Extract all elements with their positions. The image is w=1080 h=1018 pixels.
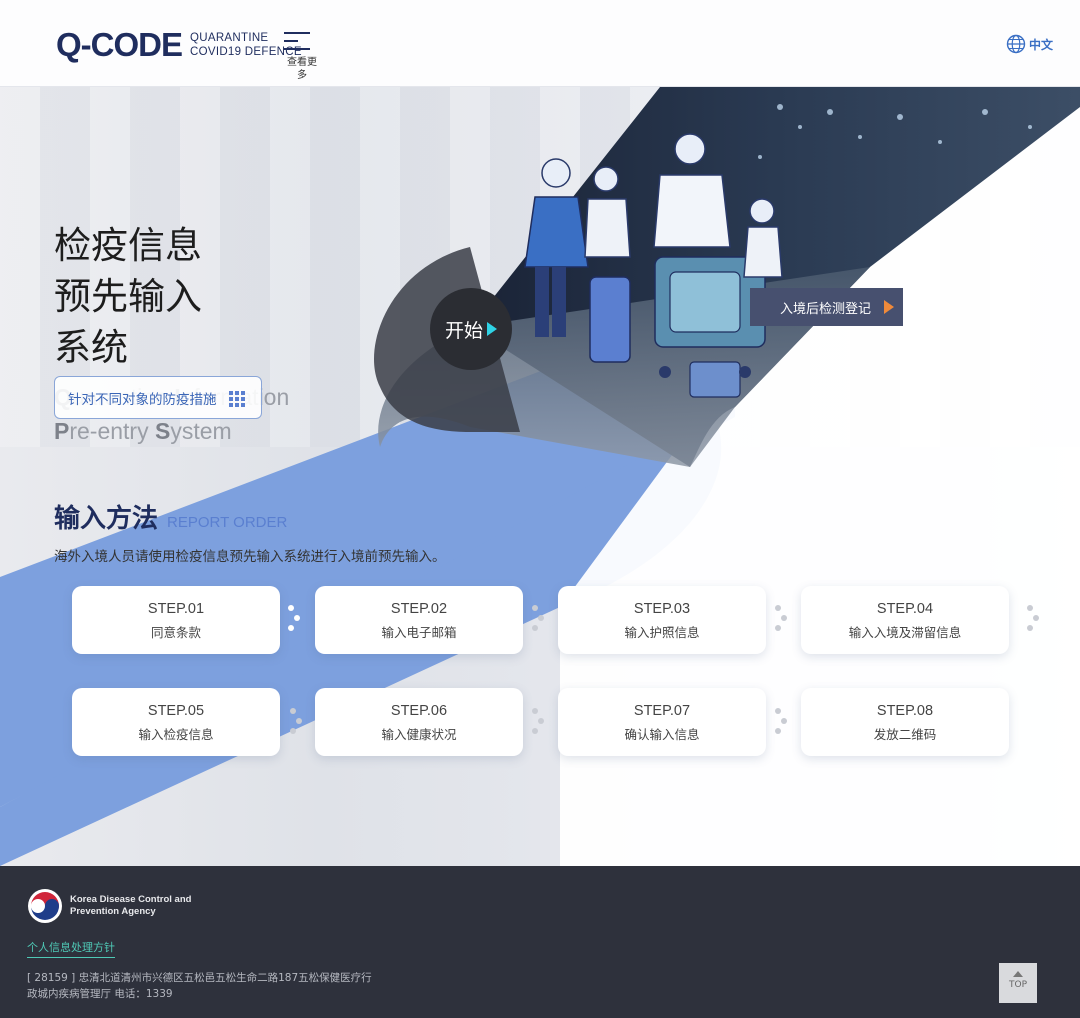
arrow-right-icon — [884, 300, 894, 314]
step-number: STEP.08 — [876, 703, 934, 719]
step-card-7[interactable]: STEP.07 确认输入信息 — [558, 688, 766, 756]
post-entry-test-button[interactable]: 入境后检测登记 — [750, 288, 903, 326]
back-to-top-button[interactable]: TOP — [999, 963, 1037, 1003]
step-card-8[interactable]: STEP.08 发放二维码 — [801, 688, 1009, 756]
kdca-logo[interactable]: Korea Disease Control and Prevention Age… — [27, 888, 191, 924]
site-header: Q-CODE QUARANTINE COVID19 DEFENCE 查看更多 中… — [0, 0, 1080, 87]
address-line-1: [ 28159 ] 忠清北道清州市兴德区五松邑五松生命二路187五松保健医疗行 — [27, 972, 372, 984]
agency-line-2: Prevention Agency — [70, 906, 156, 917]
step-number: STEP.07 — [633, 703, 691, 719]
top-label: TOP — [1008, 980, 1027, 990]
step-connector — [288, 605, 302, 635]
language-label: 中文 — [1028, 37, 1053, 52]
step-card-5[interactable]: STEP.05 输入检疫信息 — [72, 688, 280, 756]
step-number: STEP.06 — [390, 703, 448, 719]
step-number: STEP.02 — [390, 601, 448, 617]
logo-sub-line1: QUARANTINE — [190, 32, 269, 44]
step-label: 输入健康状况 — [381, 727, 457, 742]
title-line-2: 预先输入 — [54, 275, 202, 318]
menu-label: 查看更多 — [287, 57, 317, 81]
steps-title: 输入方法 — [54, 504, 159, 534]
step-number: STEP.03 — [633, 601, 691, 617]
menu-button[interactable]: 查看更多 — [284, 32, 320, 82]
step-label: 输入入境及滞留信息 — [848, 625, 962, 640]
step-connector — [532, 605, 546, 635]
grid-icon — [229, 391, 245, 407]
step-card-1[interactable]: STEP.01 同意条款 — [72, 586, 280, 654]
step-connector — [1027, 605, 1041, 635]
measures-label: 针对不同对象的防疫措施 — [68, 391, 217, 408]
step-connector — [532, 708, 546, 738]
logo-text: Q-CODE — [56, 26, 183, 63]
step-connector — [290, 708, 304, 738]
step-number: STEP.01 — [147, 601, 205, 617]
step-label: 输入电子邮箱 — [381, 625, 457, 640]
steps-description: 海外入境人员请使用检疫信息预先输入系统进行入境前预先输入。 — [54, 549, 446, 565]
agency-name: Korea Disease Control and Prevention Age… — [70, 894, 191, 918]
step-label: 输入护照信息 — [624, 625, 700, 640]
address-line-2: 政城内疾病管理厅 电话：1339 — [27, 988, 173, 1000]
step-connector — [775, 605, 789, 635]
step-card-3[interactable]: STEP.03 输入护照信息 — [558, 586, 766, 654]
step-label: 同意条款 — [150, 625, 201, 640]
measures-button[interactable]: 针对不同对象的防疫措施 — [54, 376, 262, 419]
step-card-2[interactable]: STEP.02 输入电子邮箱 — [315, 586, 523, 654]
subtitle-line-2: Pre-entry System — [54, 418, 232, 444]
language-selector[interactable]: 中文 — [1006, 34, 1053, 54]
report-order-heading: 输入方法 REPORT ORDER — [54, 498, 287, 535]
q-code-logo[interactable]: Q-CODE QUARANTINE COVID19 DEFENCE — [56, 26, 302, 64]
post-entry-label: 入境后检测登记 — [780, 301, 872, 317]
arrow-up-icon — [1013, 971, 1023, 977]
start-button[interactable]: 开始 — [430, 288, 512, 370]
step-label: 发放二维码 — [873, 727, 937, 742]
start-label: 开始 — [444, 319, 483, 342]
play-icon — [487, 322, 497, 336]
step-card-6[interactable]: STEP.06 输入健康状况 — [315, 688, 523, 756]
step-connector — [775, 708, 789, 738]
step-card-4[interactable]: STEP.04 输入入境及滞留信息 — [801, 586, 1009, 654]
step-number: STEP.05 — [147, 703, 205, 719]
globe-icon — [1006, 34, 1026, 54]
privacy-policy-link[interactable]: 个人信息处理方针 — [27, 939, 115, 958]
footer-address: [ 28159 ] 忠清北道清州市兴德区五松邑五松生命二路187五松保健医疗行 … — [27, 970, 372, 1002]
title-line-3: 系统 — [54, 326, 128, 369]
menu-icon — [284, 32, 320, 50]
steps-title-en: REPORT ORDER — [167, 514, 288, 531]
agency-line-1: Korea Disease Control and — [70, 894, 192, 905]
step-number: STEP.04 — [876, 601, 934, 617]
step-label: 输入检疫信息 — [138, 727, 214, 742]
title-line-1: 检疫信息 — [54, 224, 202, 267]
page-title: 检疫信息 预先输入 系统 — [54, 220, 202, 373]
step-label: 确认输入信息 — [624, 727, 700, 742]
site-footer: Korea Disease Control and Prevention Age… — [0, 866, 1080, 1018]
kdca-logo-icon — [28, 889, 62, 923]
